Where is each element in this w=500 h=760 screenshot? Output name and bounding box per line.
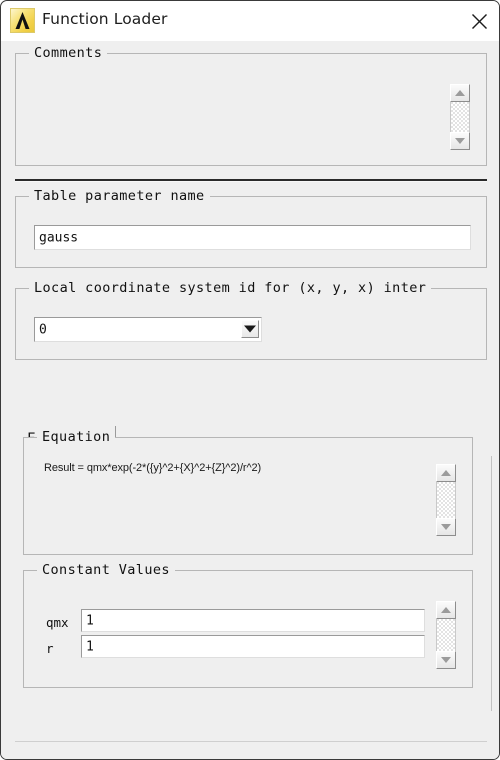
equation-scrollbar-track[interactable]: [436, 482, 456, 518]
equation-scrollbar[interactable]: [436, 464, 456, 536]
constant-row-input[interactable]: 1: [81, 635, 425, 658]
close-icon[interactable]: [465, 7, 493, 33]
scroll-down-icon[interactable]: [436, 651, 456, 669]
local-csys-combobox[interactable]: 0: [34, 317, 262, 342]
constant-row-input[interactable]: 1: [81, 609, 425, 632]
abaqus-logo-icon: [10, 8, 35, 33]
function-loader-dialog: Function Loader Comments Table parameter…: [0, 0, 500, 760]
scroll-down-icon[interactable]: [450, 132, 470, 150]
scroll-up-icon[interactable]: [436, 601, 456, 619]
equation-textarea[interactable]: Result = qmx*exp(-2*({y}^2+{X}^2+{Z}^2)/…: [34, 454, 446, 544]
local-csys-legend: Local coordinate system id for (x, y, x)…: [29, 280, 432, 296]
local-csys-selected: 0: [39, 322, 47, 337]
equation-text: Result = qmx*exp(-2*({y}^2+{X}^2+{Z}^2)/…: [44, 462, 262, 474]
scroll-up-icon[interactable]: [450, 84, 470, 102]
equation-group: Equation Result = qmx*exp(-2*({y}^2+{X}^…: [23, 429, 473, 555]
scroll-down-icon[interactable]: [436, 518, 456, 536]
table-parameter-input[interactable]: gauss: [34, 225, 471, 250]
comments-scrollbar[interactable]: [450, 84, 470, 150]
constant-row-name: qmx: [46, 615, 69, 630]
equation-legend: Equation: [37, 429, 116, 445]
comments-textarea[interactable]: [25, 70, 479, 158]
constant-values-legend: Constant Values: [37, 562, 175, 578]
constant-row-value: 1: [86, 639, 94, 654]
constant-row-name: r: [46, 641, 54, 656]
constant-values-group: Constant Values qmx 1 r 1: [23, 562, 473, 688]
table-parameter-value: gauss: [39, 230, 79, 245]
title-bar: Function Loader: [1, 1, 499, 41]
table-parameter-group: Table parameter name gauss: [15, 188, 487, 268]
comments-legend: Comments: [29, 45, 108, 61]
comments-scrollbar-track[interactable]: [450, 102, 470, 132]
table-parameter-legend: Table parameter name: [29, 188, 210, 204]
dialog-body: Comments Table parameter name gauss Loca…: [1, 41, 499, 759]
comments-group: Comments: [15, 45, 487, 166]
window-title: Function Loader: [42, 10, 168, 28]
section-divider: [15, 179, 487, 182]
tab-panel-edge: [491, 456, 492, 711]
chevron-down-icon[interactable]: [241, 320, 259, 338]
footer-divider: [15, 741, 487, 742]
constant-values-scrollbar[interactable]: [436, 601, 456, 669]
local-csys-group: Local coordinate system id for (x, y, x)…: [15, 280, 487, 360]
scroll-up-icon[interactable]: [436, 464, 456, 482]
constant-row-value: 1: [86, 613, 94, 628]
constant-values-scrollbar-track[interactable]: [436, 619, 456, 651]
